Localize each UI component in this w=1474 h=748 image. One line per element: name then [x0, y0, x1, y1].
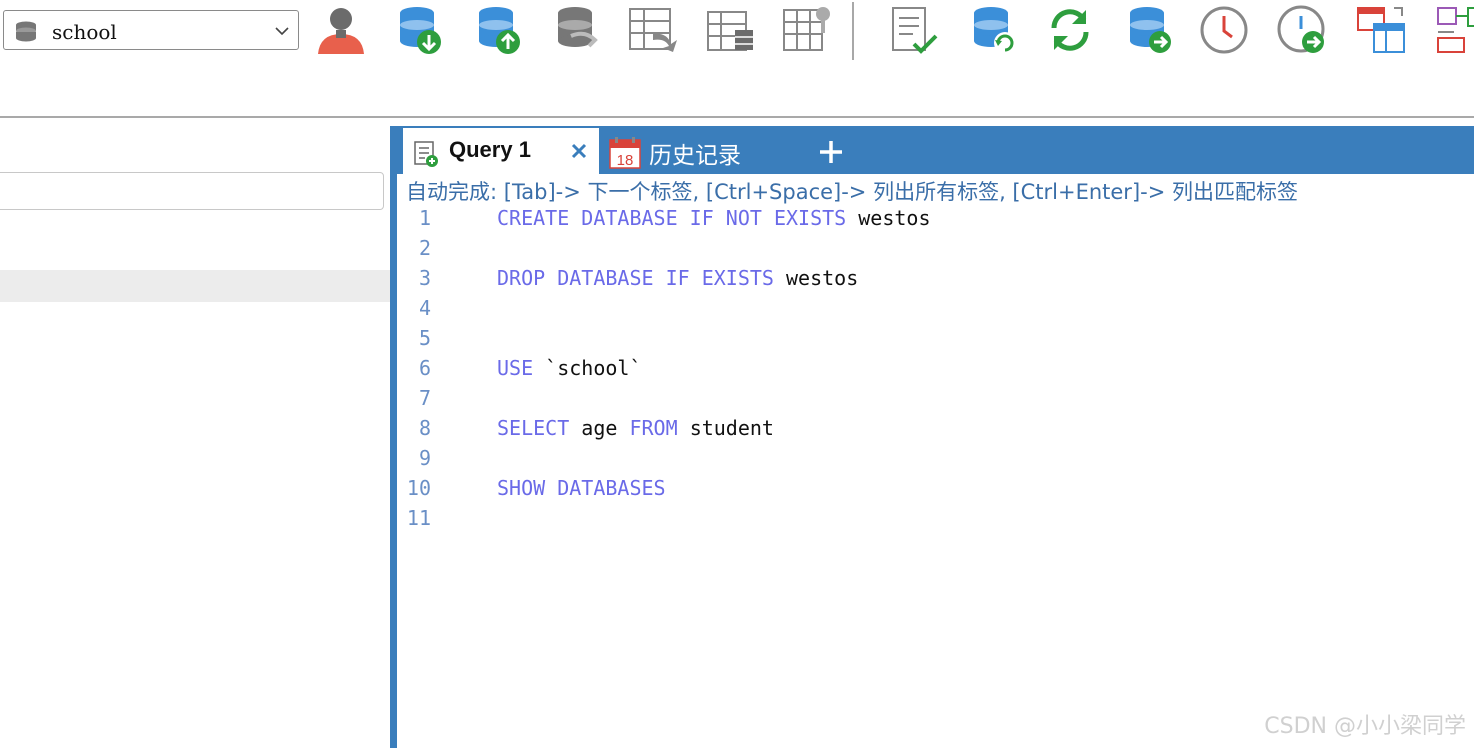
editor-tab-bar: Query 1 18 历史记录 — [397, 126, 1474, 174]
database-icon — [16, 21, 36, 42]
autocomplete-hint: 自动完成: [Tab]-> 下一个标签, [Ctrl+Space]-> 列出所有… — [406, 180, 1298, 204]
execute-query-icon[interactable] — [888, 4, 940, 56]
query-document-icon — [414, 141, 438, 167]
sql-identifier: `school` — [545, 356, 642, 380]
selected-tree-row[interactable] — [0, 270, 390, 302]
user-manager-icon[interactable] — [314, 4, 366, 56]
database-select-value: school — [52, 20, 117, 44]
backup-database-icon[interactable] — [393, 4, 445, 56]
sql-keyword: CREATE DATABASE IF NOT EXISTS — [497, 206, 847, 230]
line-number: 7 — [418, 386, 431, 410]
schema-table-icon[interactable] — [705, 4, 757, 56]
database-forward-icon[interactable] — [1123, 4, 1175, 56]
restore-database-icon[interactable] — [472, 4, 524, 56]
object-browser-panel — [0, 126, 390, 748]
compare-layout-icon[interactable] — [1356, 4, 1408, 56]
schedule-run-icon[interactable] — [1276, 4, 1328, 56]
schedule-clock-icon[interactable] — [1198, 4, 1250, 56]
refresh-icon[interactable] — [1044, 4, 1096, 56]
close-icon[interactable] — [569, 141, 589, 161]
sql-keyword: SHOW DATABASES — [497, 476, 666, 500]
watermark: CSDN @小小梁同学 — [1264, 714, 1466, 739]
line-number: 11 — [406, 506, 431, 530]
sql-editor[interactable]: 自动完成: [Tab]-> 下一个标签, [Ctrl+Space]-> 列出所有… — [397, 174, 1474, 748]
line-number: 8 — [418, 416, 431, 440]
line-number: 4 — [418, 296, 431, 320]
sql-identifier: westos — [786, 266, 859, 290]
svg-text:18: 18 — [617, 152, 634, 169]
add-tab-icon[interactable] — [817, 138, 845, 166]
toolbar: school — [0, 0, 1474, 66]
code-line-10: SHOW DATABASES — [497, 476, 666, 500]
line-number: 1 — [418, 206, 431, 230]
sql-identifier: westos — [858, 206, 931, 230]
line-number: 2 — [418, 236, 431, 260]
sql-identifier: student — [689, 416, 774, 440]
object-filter-input[interactable] — [0, 172, 384, 210]
sql-keyword: DROP DATABASE IF EXISTS — [497, 266, 774, 290]
code-line-8: SELECT age FROM student — [497, 416, 774, 440]
tab-query-label: Query 1 — [449, 137, 531, 162]
sql-keyword: FROM — [629, 416, 678, 440]
sql-keyword: USE — [497, 356, 534, 380]
line-number: 9 — [418, 446, 431, 470]
structure-compare-icon[interactable] — [1434, 4, 1474, 56]
import-table-icon[interactable] — [627, 4, 679, 56]
tab-history-label: 历史记录 — [649, 143, 741, 169]
code-line-3: DROP DATABASE IF EXISTS westos — [497, 266, 858, 290]
line-number: 5 — [418, 326, 431, 350]
toolbar-divider — [0, 116, 1474, 118]
database-sync-icon[interactable] — [551, 4, 603, 56]
toolbar-separator — [852, 2, 854, 60]
code-line-6: USE `school` — [497, 356, 642, 380]
sql-keyword: SELECT — [497, 416, 570, 440]
panel-splitter[interactable] — [390, 126, 397, 748]
data-search-icon[interactable] — [781, 4, 833, 56]
line-number: 6 — [418, 356, 431, 380]
line-number: 10 — [406, 476, 431, 500]
line-number: 3 — [418, 266, 431, 290]
database-select[interactable]: school — [3, 10, 299, 50]
chevron-down-icon — [275, 27, 289, 36]
database-refresh-icon[interactable] — [967, 4, 1019, 56]
sql-identifier: age — [581, 416, 618, 440]
code-line-1: CREATE DATABASE IF NOT EXISTS westos — [497, 206, 931, 230]
tab-history[interactable]: 18 历史记录 — [605, 128, 785, 174]
tab-query-1[interactable]: Query 1 — [403, 128, 599, 174]
calendar-icon: 18 — [609, 137, 641, 169]
